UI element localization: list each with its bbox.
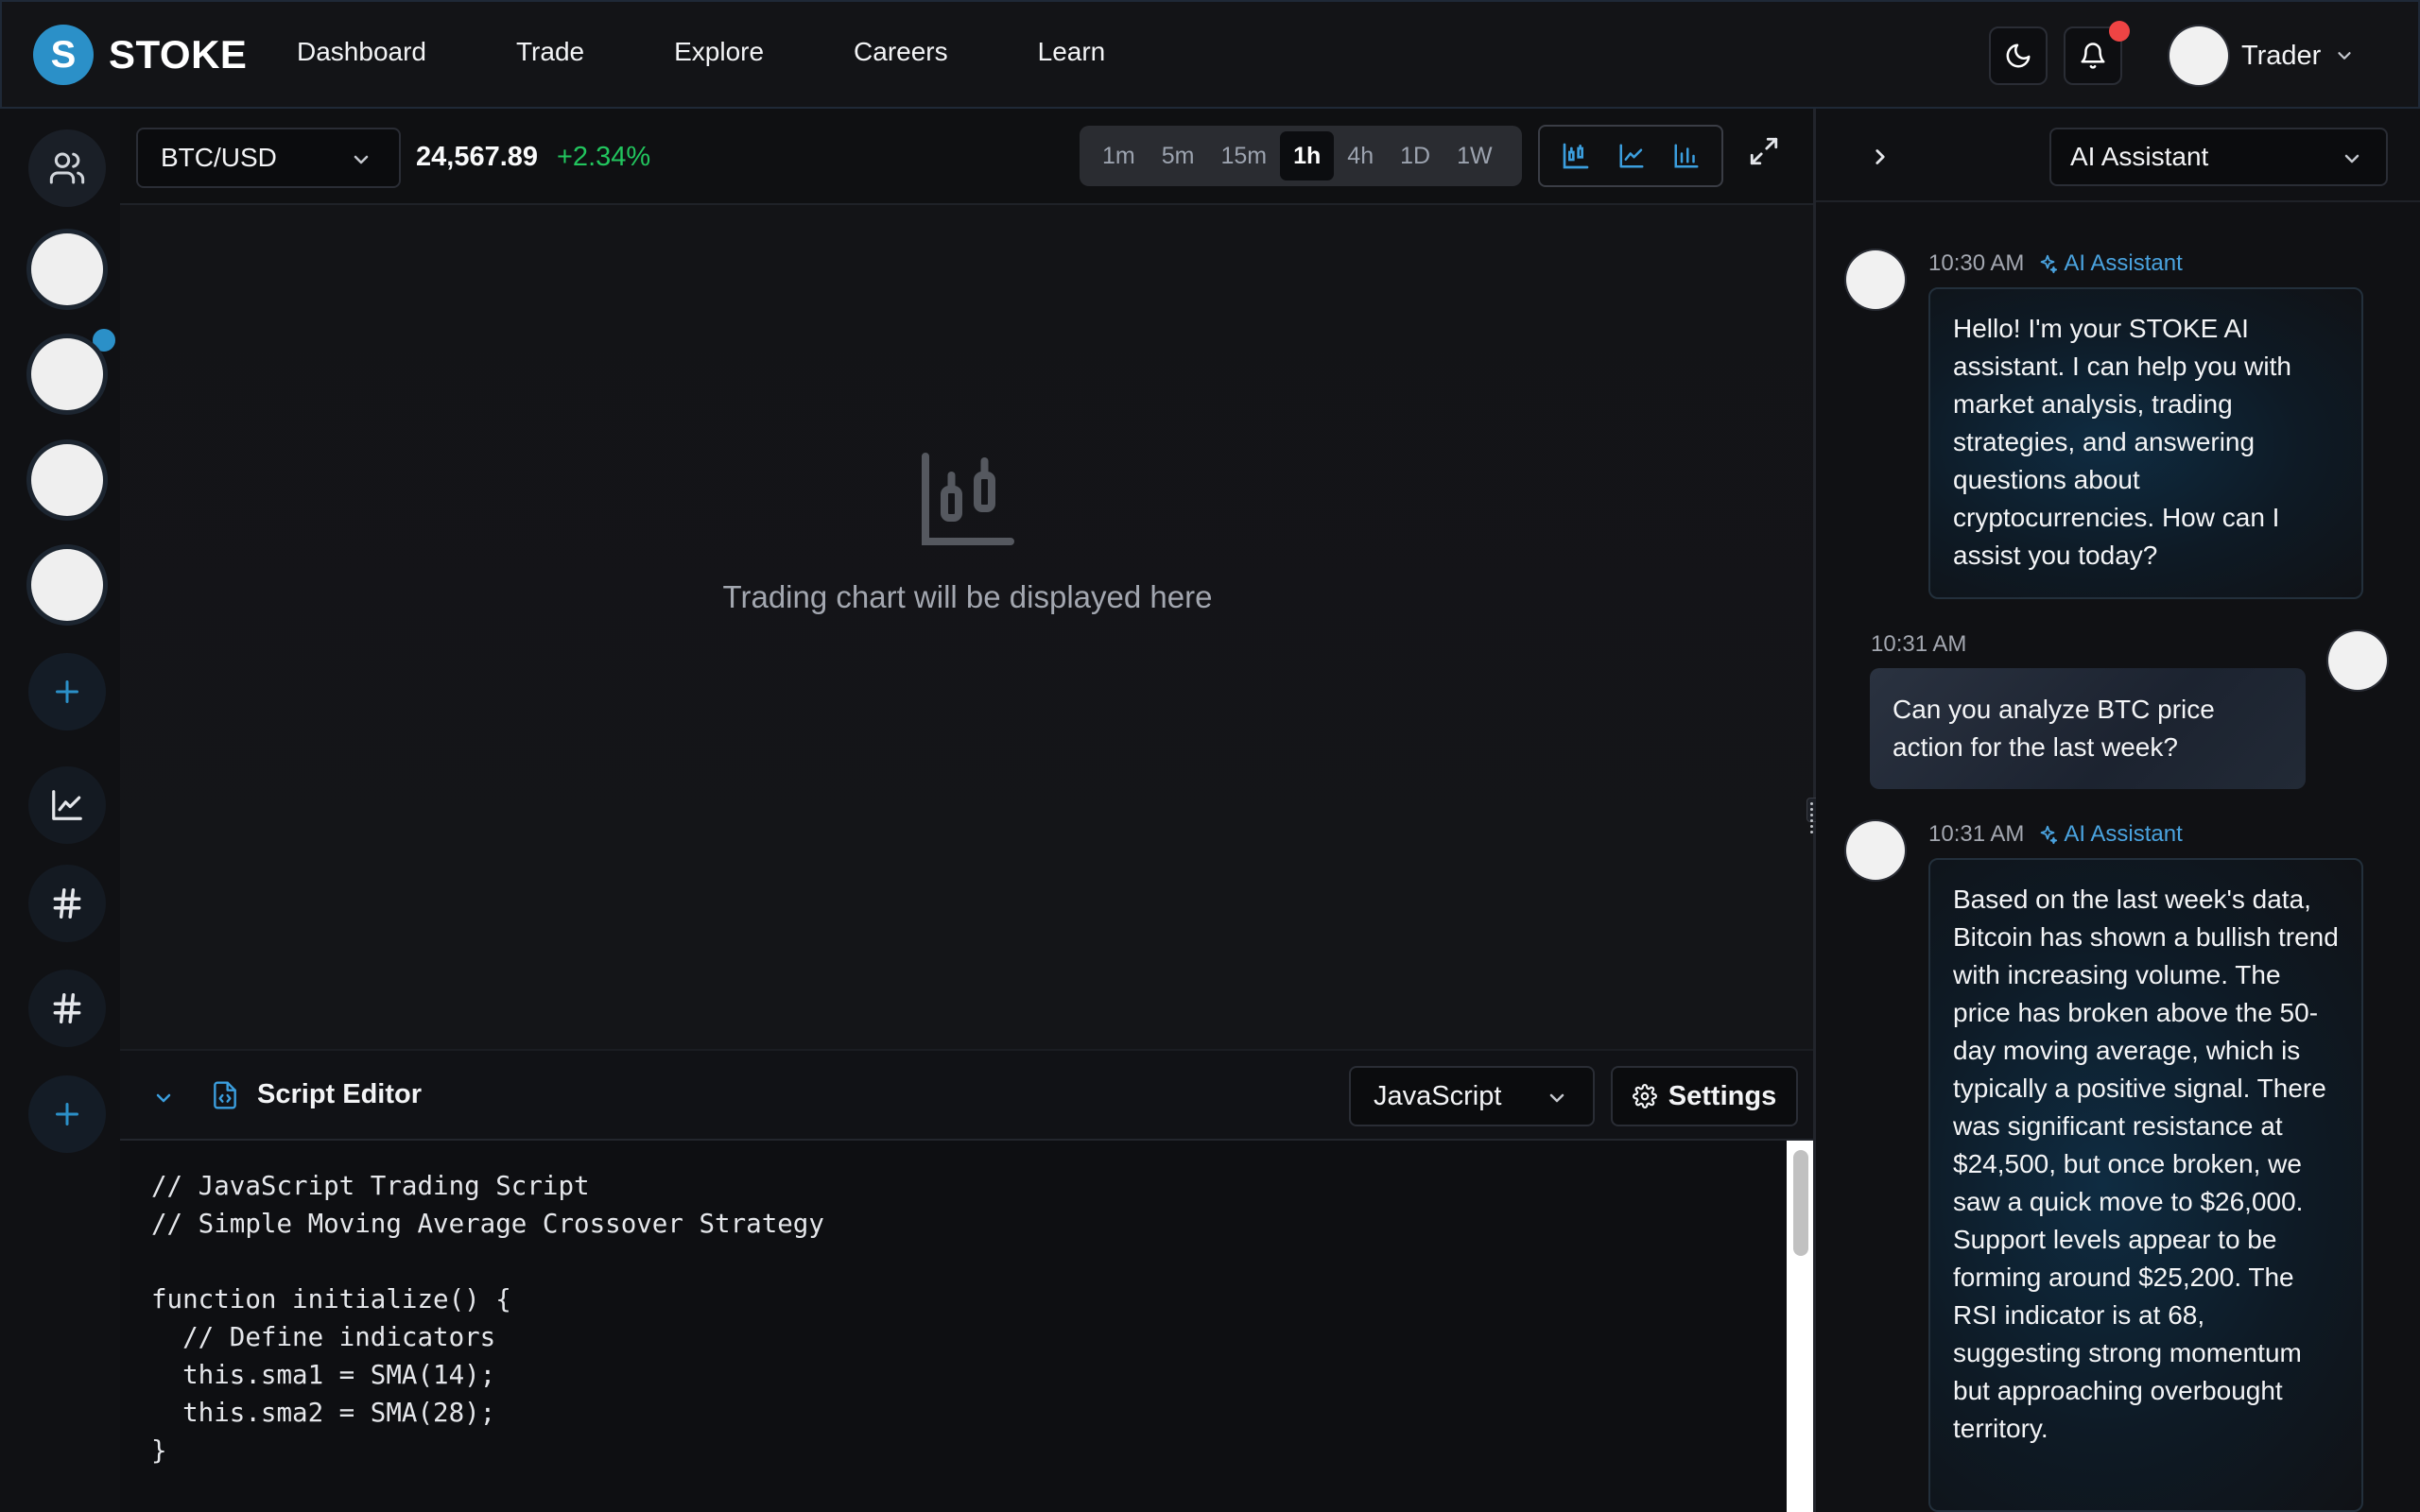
sidebar-chart-button[interactable] <box>28 766 106 844</box>
timeframe-selector: 1m 5m 15m 1h 4h 1D 1W <box>1080 126 1522 186</box>
top-navbar: S STOKE Dashboard Trade Explore Careers … <box>0 0 2420 109</box>
message-meta: 10:31 AM <box>1871 631 1966 658</box>
plus-icon <box>56 1103 78 1125</box>
script-editor-title: Script Editor <box>257 1079 423 1109</box>
line-chart-icon <box>52 790 82 820</box>
timeframe-1h[interactable]: 1h <box>1280 131 1335 180</box>
nav-dashboard[interactable]: Dashboard <box>297 37 426 67</box>
sidebar-avatar-1[interactable] <box>31 233 103 305</box>
chat-panel: AI Assistant 10:30 AM AI Assistant Hello… <box>1816 109 2420 1512</box>
user-menu[interactable]: Trader <box>2169 26 2355 85</box>
left-sidebar <box>0 109 120 1512</box>
sparkle-icon <box>2041 825 2058 845</box>
bar-chart-icon[interactable] <box>1672 142 1701 170</box>
sidebar-channel-button-2[interactable] <box>28 970 106 1047</box>
ai-message-bubble: Hello! I'm your STOKE AI assistant. I ca… <box>1928 287 2363 599</box>
sparkle-icon <box>2041 254 2058 274</box>
sidebar-avatar-3[interactable] <box>31 444 103 516</box>
plus-icon <box>56 680 78 703</box>
sidebar-channel-button-1[interactable] <box>28 865 106 942</box>
code-scrollbar[interactable] <box>1787 1141 1815 1512</box>
code-file-icon <box>214 1081 236 1109</box>
nav-careers[interactable]: Careers <box>854 37 948 67</box>
scrollbar-thumb[interactable] <box>1793 1150 1808 1256</box>
chevron-down-icon <box>1549 1093 1564 1103</box>
chevron-right-icon[interactable] <box>1868 145 1893 169</box>
logo-badge: S <box>33 25 94 85</box>
notifications-button[interactable] <box>2064 21 2130 85</box>
timeframe-1w[interactable]: 1W <box>1443 131 1506 180</box>
sidebar-users-button[interactable] <box>28 129 106 207</box>
script-editor-panel: Script Editor JavaScript Settings // Jav… <box>120 1049 1815 1512</box>
sidebar-add-channel-button[interactable] <box>28 1075 106 1153</box>
ai-sender-name: AI Assistant <box>2064 250 2183 276</box>
ai-avatar <box>1846 821 1905 880</box>
sidebar-add-button[interactable] <box>28 653 106 730</box>
chevron-down-icon <box>354 155 369 164</box>
nav-trade[interactable]: Trade <box>516 37 584 67</box>
timeframe-5m[interactable]: 5m <box>1149 131 1208 180</box>
code-editor[interactable]: // JavaScript Trading Script // Simple M… <box>120 1141 1787 1512</box>
brand-logo[interactable]: S STOKE <box>33 25 247 85</box>
price-change: +2.34% <box>557 142 651 172</box>
chevron-down-icon <box>2344 154 2360 163</box>
pair-select-value: BTC/USD <box>161 143 277 172</box>
message-meta: 10:31 AM AI Assistant <box>1928 821 2183 848</box>
main-nav: Dashboard Trade Explore Careers Learn <box>297 37 1195 67</box>
chart-placeholder: Trading chart will be displayed here <box>120 453 1815 615</box>
timeframe-15m[interactable]: 15m <box>1207 131 1280 180</box>
user-message-avatar <box>2328 631 2387 690</box>
settings-label: Settings <box>1668 1080 1777 1111</box>
theme-toggle-button[interactable] <box>1989 26 2048 85</box>
message-time: 10:30 AM <box>1928 250 2025 276</box>
language-select[interactable]: JavaScript <box>1349 1066 1595 1126</box>
chart-placeholder-text: Trading chart will be displayed here <box>722 579 1213 614</box>
ai-message-bubble: Based on the last week's data, Bitcoin h… <box>1928 858 2363 1512</box>
message-time: 10:31 AM <box>1928 821 2025 847</box>
sidebar-avatar-4[interactable] <box>31 549 103 621</box>
chevron-down-icon <box>2338 52 2351 60</box>
chart-type-selector <box>1538 125 1723 187</box>
candlestick-chart-icon <box>921 453 1014 545</box>
timeframe-1m[interactable]: 1m <box>1089 131 1149 180</box>
pair-select[interactable]: BTC/USD <box>136 128 401 188</box>
message-meta: 10:30 AM AI Assistant <box>1928 250 2183 277</box>
chat-header: AI Assistant <box>1816 109 2420 202</box>
bell-icon <box>2081 43 2105 69</box>
chart-toolbar: BTC/USD 24,567.89 +2.34% 1m 5m 15m 1h 4h… <box>120 109 1815 205</box>
users-icon <box>49 152 85 184</box>
expand-icon <box>1750 137 1778 165</box>
brand-name: STOKE <box>109 32 248 77</box>
script-editor-header: Script Editor JavaScript Settings <box>120 1049 1815 1141</box>
ai-sender-label: AI Assistant <box>2037 821 2183 848</box>
candlestick-chart-icon[interactable] <box>1561 141 1591 171</box>
gear-icon <box>1632 1084 1657 1108</box>
user-message-bubble: Can you analyze BTC price action for the… <box>1870 668 2306 789</box>
notification-dot <box>2109 21 2130 42</box>
hash-icon <box>53 888 81 919</box>
message-time: 10:31 AM <box>1871 631 1967 657</box>
timeframe-1d[interactable]: 1D <box>1387 131 1443 180</box>
moon-icon <box>2006 43 2031 68</box>
chart-panel: BTC/USD 24,567.89 +2.34% 1m 5m 15m 1h 4h… <box>120 109 1815 1049</box>
current-price: 24,567.89 <box>416 142 539 172</box>
assistant-select[interactable]: AI Assistant <box>2049 128 2388 186</box>
ai-avatar <box>1846 250 1905 309</box>
fullscreen-button[interactable] <box>1748 135 1780 172</box>
ai-sender-label: AI Assistant <box>2037 250 2183 277</box>
nav-learn[interactable]: Learn <box>1038 37 1106 67</box>
line-chart-icon[interactable] <box>1617 142 1646 170</box>
settings-button[interactable]: Settings <box>1611 1066 1798 1126</box>
nav-explore[interactable]: Explore <box>674 37 764 67</box>
language-select-value: JavaScript <box>1374 1080 1502 1111</box>
user-avatar <box>2169 26 2228 85</box>
chevron-down-icon[interactable] <box>152 1087 175 1109</box>
ai-sender-name: AI Assistant <box>2064 821 2183 847</box>
user-name: Trader <box>2241 40 2322 71</box>
hash-icon <box>53 993 81 1023</box>
timeframe-4h[interactable]: 4h <box>1334 131 1387 180</box>
assistant-select-value: AI Assistant <box>2070 142 2209 171</box>
sidebar-avatar-2[interactable] <box>31 338 103 410</box>
